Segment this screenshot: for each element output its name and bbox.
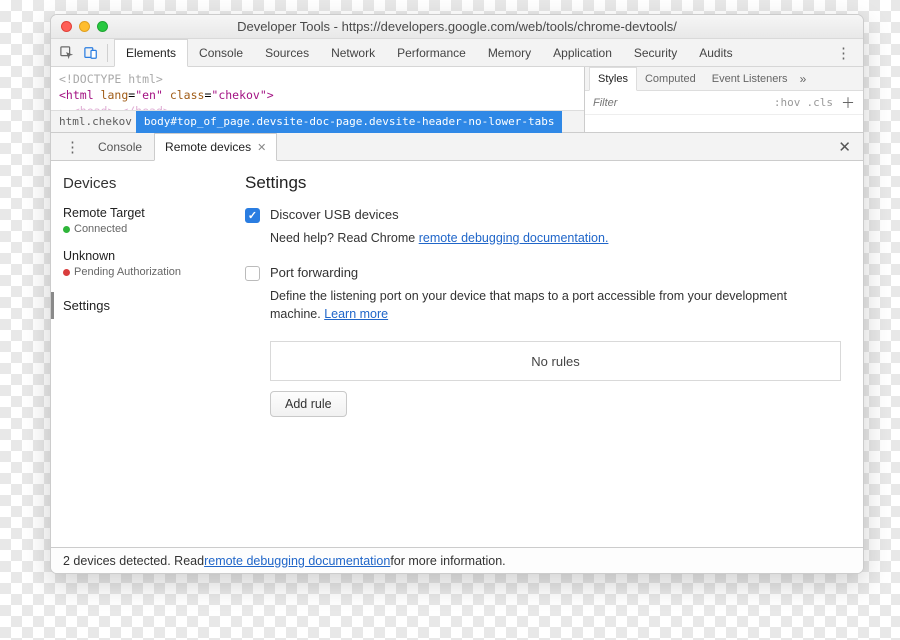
titlebar: Developer Tools - https://developers.goo… <box>51 15 863 39</box>
breadcrumb-item-selected[interactable]: body#top_of_page.devsite-doc-page.devsit… <box>136 111 563 133</box>
status-bar: 2 devices detected. Read remote debuggin… <box>51 547 863 573</box>
sidebar-item-unknown[interactable]: Unknown Pending Authorization <box>63 249 211 278</box>
drawer-menu-icon[interactable]: ⋮ <box>59 138 86 156</box>
breadcrumb: html.chekov body#top_of_page.devsite-doc… <box>51 110 584 132</box>
styles-tab-listeners[interactable]: Event Listeners <box>704 67 796 91</box>
discover-usb-checkbox[interactable]: ✓ <box>245 208 260 223</box>
drawer-tab-console[interactable]: Console <box>88 133 152 161</box>
close-window-button[interactable] <box>61 21 72 32</box>
breadcrumb-item[interactable]: html.chekov <box>59 114 132 130</box>
dom-tree[interactable]: <!DOCTYPE html> <html lang="en" class="c… <box>51 67 585 132</box>
cls-toggle[interactable]: .cls <box>807 96 834 109</box>
device-toolbar-icon[interactable] <box>81 43 101 63</box>
devices-sidebar: Devices Remote Target Connected Unknown … <box>51 161 223 547</box>
more-options-icon[interactable]: ⋮ <box>830 44 857 62</box>
more-tabs-icon[interactable]: » <box>800 72 807 86</box>
learn-more-link[interactable]: Learn more <box>324 307 388 321</box>
status-doc-link[interactable]: remote debugging documentation <box>204 554 390 568</box>
drawer-body: Devices Remote Target Connected Unknown … <box>51 161 863 547</box>
status-dot-connected-icon <box>63 226 70 233</box>
tab-sources[interactable]: Sources <box>254 39 320 67</box>
add-rule-button[interactable]: Add rule <box>270 391 347 417</box>
tab-application[interactable]: Application <box>542 39 623 67</box>
dom-line-html: <html lang="en" class="chekov"> <box>59 87 576 103</box>
tab-memory[interactable]: Memory <box>477 39 542 67</box>
new-style-rule-icon[interactable]: ＋ <box>841 93 855 113</box>
port-forwarding-desc: Define the listening port on your device… <box>270 287 841 323</box>
drawer-header: ⋮ Console Remote devices ✕ ✕ <box>51 133 863 161</box>
drawer-tab-remote-devices[interactable]: Remote devices ✕ <box>154 133 277 161</box>
tab-network[interactable]: Network <box>320 39 386 67</box>
window-controls <box>61 21 108 32</box>
discover-usb-label: Discover USB devices <box>270 207 399 222</box>
sidebar-item-remote-target[interactable]: Remote Target Connected <box>63 206 211 235</box>
zoom-window-button[interactable] <box>97 21 108 32</box>
tab-security[interactable]: Security <box>623 39 688 67</box>
styles-pane: Styles Computed Event Listeners » :hov .… <box>585 67 863 132</box>
port-forwarding-checkbox[interactable] <box>245 266 260 281</box>
tab-elements[interactable]: Elements <box>114 39 188 67</box>
minimize-window-button[interactable] <box>79 21 90 32</box>
sidebar-item-settings[interactable]: Settings <box>51 292 211 319</box>
settings-heading: Settings <box>245 173 841 193</box>
devtools-window: Developer Tools - https://developers.goo… <box>50 14 864 574</box>
settings-panel: Settings ✓ Discover USB devices Need hel… <box>223 161 863 547</box>
main-tabs: ElementsConsoleSourcesNetworkPerformance… <box>114 39 744 67</box>
styles-filter-row: :hov .cls ＋ <box>585 91 863 115</box>
remote-debugging-doc-link[interactable]: remote debugging documentation. <box>419 231 609 245</box>
hov-toggle[interactable]: :hov <box>774 96 801 109</box>
tab-performance[interactable]: Performance <box>386 39 477 67</box>
discover-usb-help: Need help? Read Chrome remote debugging … <box>270 229 841 247</box>
devices-heading: Devices <box>63 175 211 192</box>
styles-tabs: Styles Computed Event Listeners » <box>585 67 863 91</box>
close-tab-icon[interactable]: ✕ <box>257 141 266 154</box>
styles-tab-computed[interactable]: Computed <box>637 67 704 91</box>
port-forwarding-label: Port forwarding <box>270 265 358 280</box>
styles-filter-input[interactable] <box>593 97 774 109</box>
tab-audits[interactable]: Audits <box>688 39 743 67</box>
status-dot-pending-icon <box>63 269 70 276</box>
inspect-element-icon[interactable] <box>57 43 77 63</box>
elements-panel: <!DOCTYPE html> <html lang="en" class="c… <box>51 67 863 133</box>
rules-list-empty: No rules <box>270 341 841 381</box>
dom-line-doctype: <!DOCTYPE html> <box>59 71 576 87</box>
main-toolbar: ElementsConsoleSourcesNetworkPerformance… <box>51 39 863 67</box>
window-title: Developer Tools - https://developers.goo… <box>51 19 863 34</box>
styles-tab-styles[interactable]: Styles <box>589 67 637 91</box>
toolbar-separator <box>107 44 108 62</box>
close-drawer-icon[interactable]: ✕ <box>834 138 855 156</box>
tab-console[interactable]: Console <box>188 39 254 67</box>
